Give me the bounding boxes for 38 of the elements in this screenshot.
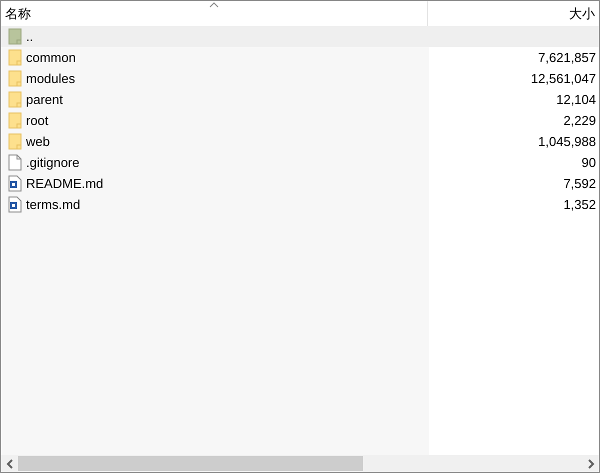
file-size-cell-text: 7,621,857: [537, 48, 597, 67]
file-name: root: [26, 112, 48, 130]
right-chevron-icon: [586, 458, 594, 468]
scrollbar-thumb[interactable]: [18, 456, 363, 471]
file-size-cell-text: 12,104: [555, 90, 597, 109]
file-row-name-cell[interactable]: modules: [1, 68, 429, 89]
file-row-name-cell[interactable]: web: [1, 131, 429, 152]
folder-icon: [8, 70, 22, 87]
folder-icon: [8, 91, 22, 108]
folder-icon: [8, 133, 22, 150]
file-size-cell-text: 7,592: [562, 174, 597, 193]
file-size-cell-text: 2,229: [562, 112, 597, 130]
file-name: .gitignore: [26, 154, 80, 172]
file-size-cell-text: 90: [580, 154, 597, 172]
file-row-name-cell[interactable]: root: [1, 110, 429, 131]
file-row-name-cell[interactable]: .gitignore: [1, 152, 429, 173]
file-icon: [8, 154, 22, 171]
file-name: web: [26, 132, 50, 151]
file-row-name-cell[interactable]: README.md: [1, 173, 429, 194]
file-row-name-cell[interactable]: common: [1, 47, 429, 68]
file-row-name-cell[interactable]: ..: [1, 26, 429, 47]
file-name: common: [26, 48, 76, 67]
file-name: terms.md: [26, 196, 80, 214]
file-size-cell-text: 1,045,988: [537, 132, 597, 151]
file-name: ..: [26, 28, 34, 46]
file-row-name-cell[interactable]: parent: [1, 89, 429, 110]
document-icon: [8, 175, 22, 192]
file-name: parent: [26, 90, 63, 109]
file-size-cell-text: 1,352: [562, 196, 597, 214]
file-row-name-cell[interactable]: terms.md: [1, 194, 429, 215]
file-name: modules: [26, 70, 76, 88]
folder-icon: [8, 49, 22, 66]
file-name: README.md: [26, 174, 104, 193]
left-chevron-icon: [6, 458, 14, 468]
folder-icon: [8, 112, 22, 129]
parent-folder-icon: [8, 28, 22, 45]
document-icon: [8, 196, 22, 213]
file-size-cell-text: 12,561,047: [530, 70, 597, 88]
